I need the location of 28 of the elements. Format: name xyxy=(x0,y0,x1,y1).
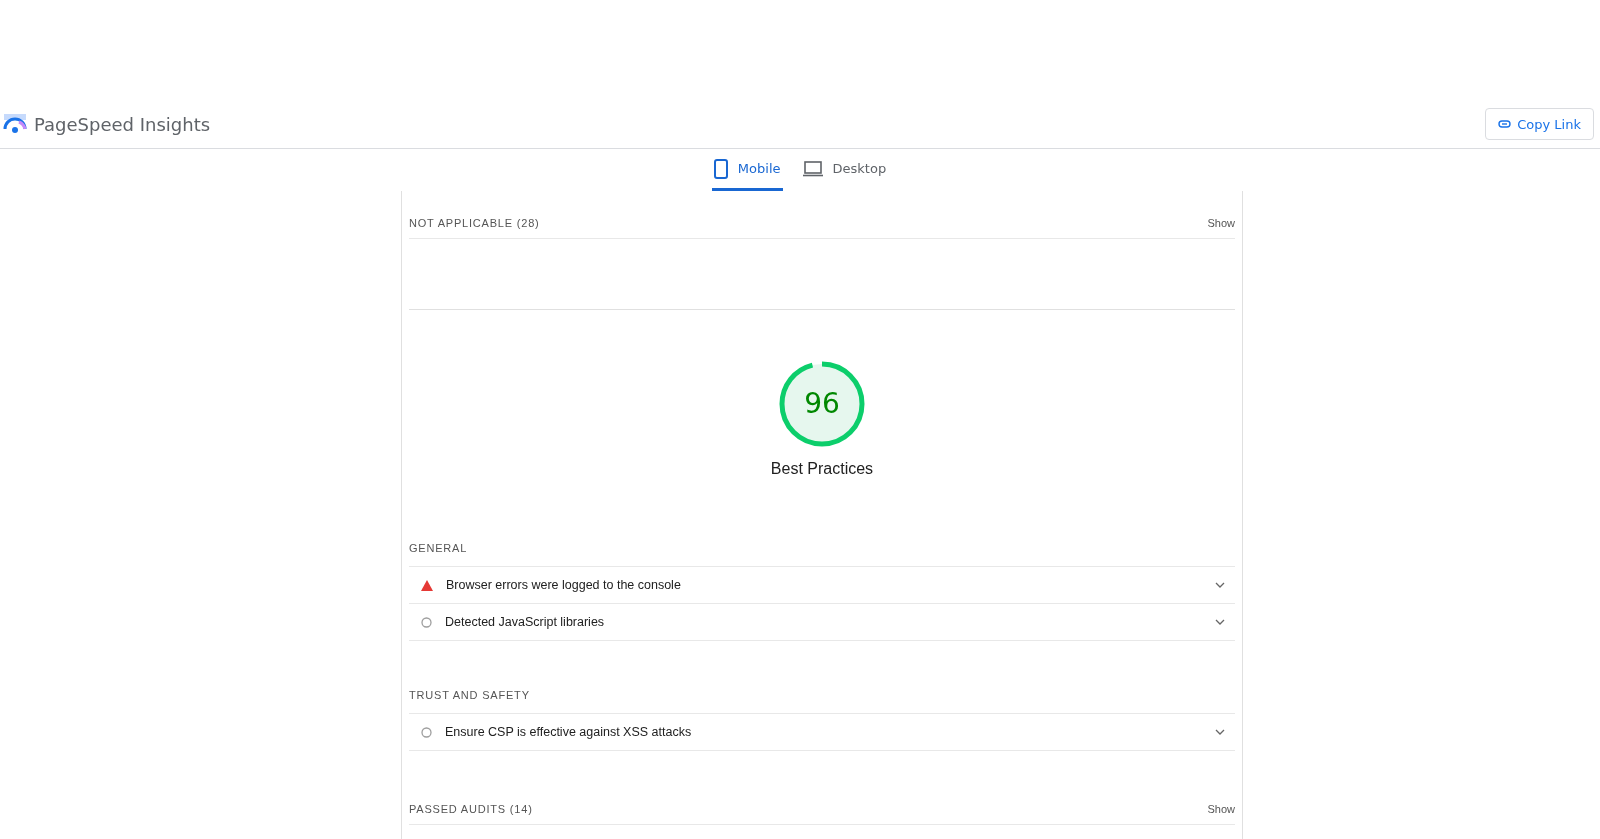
laptop-icon xyxy=(802,160,823,177)
circle-icon xyxy=(421,616,432,628)
chevron-down-icon[interactable] xyxy=(1215,619,1225,625)
link-icon xyxy=(1498,120,1512,128)
audit-text: Detected JavaScript libraries xyxy=(445,615,606,629)
audit-row[interactable]: Browser errors were logged to the console xyxy=(409,567,1235,604)
show-toggle[interactable]: Show xyxy=(1207,803,1235,815)
audit-text: Ensure CSP is effective against XSS attacks xyxy=(445,725,693,739)
group-title: TRUST AND SAFETY xyxy=(409,689,530,701)
chevron-down-icon[interactable] xyxy=(1215,729,1225,735)
device-tab[interactable]: Desktop xyxy=(800,149,889,191)
audit-row[interactable]: Ensure CSP is effective against XSS attacks xyxy=(409,714,1235,751)
audit-row[interactable]: Detected JavaScript libraries xyxy=(409,604,1235,641)
phone-icon xyxy=(713,158,728,179)
warning-triangle-icon xyxy=(421,579,433,591)
copy-link-button[interactable]: Copy Link xyxy=(1485,108,1594,140)
device-tab[interactable]: Mobile xyxy=(711,149,783,191)
chevron-down-icon[interactable] xyxy=(1215,582,1225,588)
section-title: NOT APPLICABLE (28) xyxy=(409,217,540,229)
section-title: PASSED AUDITS (14) xyxy=(409,803,533,815)
group-title: GENERAL xyxy=(409,542,468,554)
gauge-label: Best Practices xyxy=(770,460,874,478)
score-gauge: 96 xyxy=(778,360,866,448)
audit-text: Browser errors were logged to the console xyxy=(446,578,682,592)
app-title: PageSpeed Insights xyxy=(34,113,211,135)
show-toggle[interactable]: Show xyxy=(1207,217,1235,229)
logo-icon xyxy=(3,113,27,135)
circle-icon xyxy=(421,726,432,738)
